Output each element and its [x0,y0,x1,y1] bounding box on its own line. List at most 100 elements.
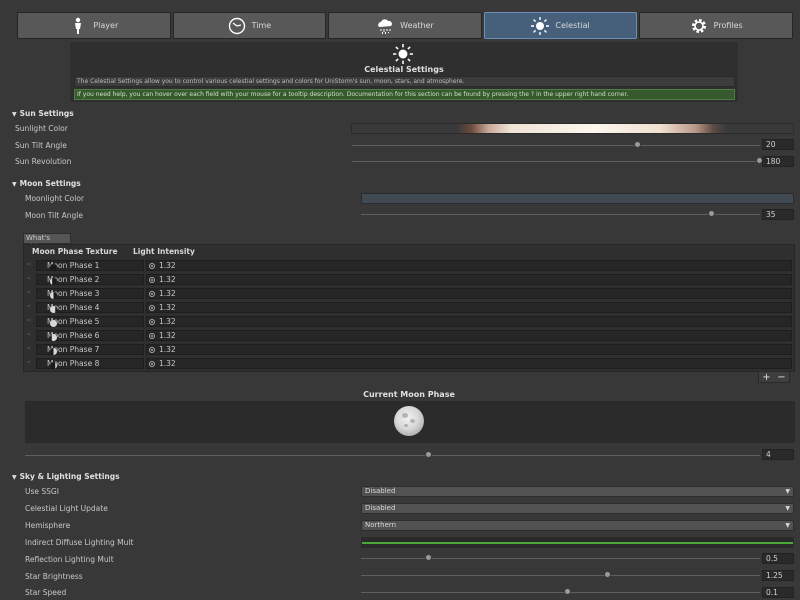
moon-phase-icon [50,348,57,355]
sun-settings-foldout[interactable]: ▼ Sun Settings [12,109,74,118]
moon-phase-texture-field[interactable]: Moon Phase 5 [36,316,144,327]
tab-player[interactable]: Player [17,12,171,39]
sun-tilt-slider[interactable] [352,145,760,146]
curve-icon [149,333,155,339]
moon-tilt-slider[interactable] [361,214,760,215]
sun-tilt-field[interactable]: 20 [762,139,794,150]
sun-tilt-label: Sun Tilt Angle [15,141,67,150]
current-moon-phase-knob[interactable] [425,451,433,458]
drag-handle-icon[interactable]: ═ [27,261,34,269]
indirect-diffuse-label: Indirect Diffuse Lighting Mult [25,538,134,547]
moonlight-color-field[interactable] [361,193,794,204]
list-item[interactable]: ═ Moon Phase 6 1.32 [25,329,793,341]
moon-phase-texture-field[interactable]: Moon Phase 2 [36,274,144,285]
sunlight-color-label: Sunlight Color [15,124,68,133]
moon-settings-foldout[interactable]: ▼ Moon Settings [12,179,81,188]
star-speed-label: Star Speed [25,588,67,597]
moon-phase-icon [50,362,57,369]
tab-profiles[interactable]: Profiles [639,12,793,39]
page-title: Celestial Settings [364,65,444,74]
star-speed-field[interactable]: 0.1 [762,587,794,598]
sky-lighting-foldout[interactable]: ▼ Sky & Lighting Settings [12,472,120,481]
drag-handle-icon[interactable]: ═ [27,275,34,283]
indirect-diffuse-curve-field[interactable] [361,537,794,548]
moon-tilt-label: Moon Tilt Angle [25,211,83,220]
list-item[interactable]: ═ Moon Phase 3 1.32 [25,287,793,299]
tab-label: Celestial [555,21,590,30]
light-intensity-field[interactable]: 1.32 [146,358,792,369]
moon-phase-icon [50,278,57,285]
sun-revolution-slider[interactable] [352,161,760,162]
star-speed-slider[interactable] [361,592,760,593]
moon-phase-texture-field[interactable]: Moon Phase 3 [36,288,144,299]
add-icon[interactable]: + [762,372,770,383]
hemisphere-dropdown[interactable]: Northern ▼ [361,520,794,531]
light-intensity-field[interactable]: 1.32 [146,260,792,271]
reflection-lighting-field[interactable]: 0.5 [762,553,794,564]
list-item[interactable]: ═ Moon Phase 2 1.32 [25,273,793,285]
light-intensity-field[interactable]: 1.32 [146,344,792,355]
sun-revolution-field[interactable]: 180 [762,156,794,167]
celestial-light-update-dropdown[interactable]: Disabled ▼ [361,503,794,514]
moonlight-color-label: Moonlight Color [25,194,84,203]
list-item[interactable]: ═ Moon Phase 4 1.32 [25,301,793,313]
chevron-down-icon: ▼ [785,488,790,495]
drag-handle-icon[interactable]: ═ [27,303,34,311]
curve-icon [149,305,155,311]
foldout-arrow-icon: ▼ [12,111,17,118]
drag-handle-icon[interactable]: ═ [27,289,34,297]
chevron-down-icon: ▼ [785,522,790,529]
moon-tilt-field[interactable]: 35 [762,209,794,220]
sun-icon [393,44,413,64]
light-intensity-field[interactable]: 1.32 [146,316,792,327]
moon-phase-icon [50,306,57,313]
curve-icon [149,319,155,325]
moon-phase-texture-field[interactable]: Moon Phase 7 [36,344,144,355]
star-brightness-slider[interactable] [361,575,760,576]
list-item[interactable]: ═ Moon Phase 8 1.32 [25,357,793,369]
list-add-remove: + − [758,371,790,383]
drag-handle-icon[interactable]: ═ [27,331,34,339]
curve-icon [149,277,155,283]
tab-time[interactable]: Time [172,12,327,39]
list-item[interactable]: ═ Moon Phase 5 1.32 [25,315,793,327]
reflection-lighting-knob[interactable] [424,554,432,561]
light-intensity-field[interactable]: 1.32 [146,330,792,341]
list-item[interactable]: ═ Moon Phase 1 1.32 [25,259,793,271]
moon-tilt-knob[interactable] [708,210,716,217]
reflection-lighting-slider[interactable] [361,558,760,559]
star-brightness-field[interactable]: 1.25 [762,570,794,581]
sun-tilt-knob[interactable] [633,141,641,148]
curve-icon [149,361,155,367]
light-intensity-field[interactable]: 1.32 [146,274,792,285]
tab-label: Weather [400,21,434,30]
sunlight-color-gradient[interactable] [351,123,794,134]
light-intensity-field[interactable]: 1.32 [146,302,792,313]
player-icon [75,17,82,34]
light-intensity-field[interactable]: 1.32 [146,288,792,299]
moon-phase-texture-field[interactable]: Moon Phase 8 [36,358,144,369]
foldout-arrow-icon: ▼ [12,474,17,481]
moon-phase-texture-header: Moon Phase Texture [32,247,118,256]
star-speed-knob[interactable] [564,588,572,595]
current-moon-phase-slider[interactable] [25,455,760,456]
tab-weather[interactable]: Weather [328,12,482,39]
drag-handle-icon[interactable]: ═ [27,345,34,353]
drag-handle-icon[interactable]: ═ [27,359,34,367]
list-item[interactable]: ═ Moon Phase 7 1.32 [25,343,793,355]
moon-phase-icon [50,334,57,341]
drag-handle-icon[interactable]: ═ [27,317,34,325]
remove-icon[interactable]: − [777,372,785,383]
moon-phase-texture-field[interactable]: Moon Phase 6 [36,330,144,341]
tab-label: Profiles [713,21,743,30]
tab-celestial[interactable]: Celestial [483,12,638,39]
use-ssgi-dropdown[interactable]: Disabled ▼ [361,486,794,497]
moon-phase-texture-field[interactable]: Moon Phase 4 [36,302,144,313]
moon-phase-icon [50,264,57,271]
gear-icon [691,18,706,33]
moon-phase-texture-field[interactable]: Moon Phase 1 [36,260,144,271]
current-moon-phase-title: Current Moon Phase [363,390,455,399]
whats-this-button[interactable]: What's This? [23,233,71,251]
star-brightness-knob[interactable] [604,571,612,578]
current-moon-phase-field[interactable]: 4 [762,449,794,460]
